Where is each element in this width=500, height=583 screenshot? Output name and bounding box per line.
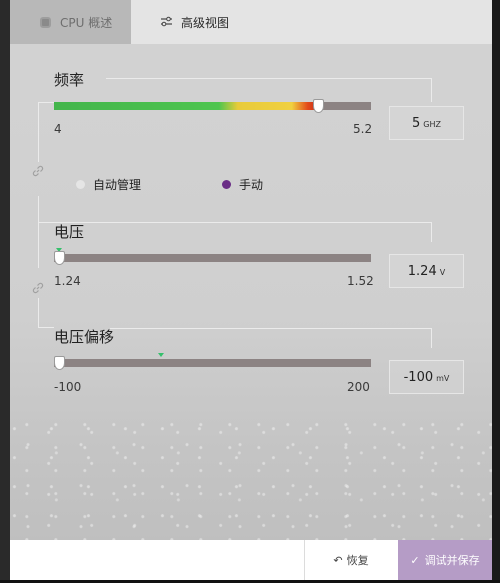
section-guide-bottom bbox=[110, 328, 432, 348]
voltage-offset-unit: mV bbox=[436, 374, 450, 383]
link-icon-2[interactable] bbox=[32, 279, 44, 294]
link-icon[interactable] bbox=[32, 162, 44, 177]
apply-and-save-label: 调试并保存 bbox=[424, 554, 480, 567]
voltage-value-field[interactable]: 1.24 V bbox=[389, 254, 464, 288]
voltage-offset-default-marker bbox=[158, 353, 164, 357]
checkmark-icon: ✓ bbox=[410, 553, 420, 567]
radio-manual-label: 手动 bbox=[239, 178, 264, 192]
voltage-offset-slider[interactable] bbox=[54, 356, 371, 370]
frequency-slider-knob[interactable] bbox=[312, 99, 324, 113]
radio-auto-label: 自动管理 bbox=[93, 178, 142, 192]
section-guide-left-1 bbox=[38, 102, 54, 162]
frequency-max-label: 5.2 bbox=[353, 122, 373, 136]
voltage-offset-title: 电压偏移 bbox=[54, 328, 115, 346]
footer-bar: ↶ 恢复 ✓ 调试并保存 bbox=[10, 540, 492, 580]
undo-icon: ↶ bbox=[333, 553, 343, 567]
restore-button[interactable]: ↶ 恢复 bbox=[310, 540, 392, 580]
frequency-unit: GHZ bbox=[423, 120, 441, 129]
frequency-title: 频率 bbox=[54, 71, 85, 89]
voltage-offset-slider-knob[interactable] bbox=[54, 356, 65, 370]
voltage-offset-max-label: 200 bbox=[347, 380, 370, 394]
cpu-chip-icon bbox=[38, 15, 52, 29]
section-guide-mid bbox=[38, 222, 432, 242]
section-guide-top bbox=[106, 78, 432, 102]
voltage-slider-knob[interactable] bbox=[54, 251, 65, 265]
section-guide-left-3 bbox=[38, 298, 54, 328]
right-frame bbox=[492, 0, 500, 583]
frequency-value: 5 bbox=[412, 115, 421, 131]
cpu-tuning-window: CPU 概述 高级视图 频率 4 5.2 5 GHZ 自动管理 手动 电压 1.… bbox=[10, 0, 492, 580]
voltage-offset-min-label: -100 bbox=[54, 380, 82, 394]
voltage-value: 1.24 bbox=[407, 263, 437, 279]
voltage-min-label: 1.24 bbox=[54, 274, 81, 288]
radio-auto-manage[interactable]: 自动管理 bbox=[76, 176, 141, 193]
tab-advanced-view[interactable]: 高级视图 bbox=[131, 0, 331, 44]
voltage-offset-value: -100 bbox=[403, 369, 434, 385]
voltage-max-label: 1.52 bbox=[347, 274, 374, 288]
frequency-min-label: 4 bbox=[54, 122, 62, 136]
radio-manual-indicator bbox=[222, 180, 231, 189]
voltage-title: 电压 bbox=[54, 223, 85, 241]
tab-cpu-overview-label: CPU 概述 bbox=[60, 15, 113, 30]
tab-bar: CPU 概述 高级视图 bbox=[10, 0, 492, 44]
voltage-offset-value-field[interactable]: -100 mV bbox=[389, 360, 464, 394]
voltage-slider[interactable] bbox=[54, 251, 371, 265]
frequency-slider[interactable] bbox=[54, 99, 371, 113]
tab-advanced-view-label: 高级视图 bbox=[181, 15, 230, 30]
frequency-value-field[interactable]: 5 GHZ bbox=[389, 106, 464, 140]
restore-button-label: 恢复 bbox=[346, 554, 369, 567]
left-frame bbox=[0, 0, 10, 583]
radio-auto-indicator bbox=[76, 180, 85, 189]
apply-and-save-button[interactable]: ✓ 调试并保存 bbox=[398, 540, 492, 580]
sliders-icon bbox=[159, 15, 173, 29]
radio-manual[interactable]: 手动 bbox=[222, 176, 263, 193]
footer-divider bbox=[304, 540, 305, 580]
voltage-unit: V bbox=[439, 268, 446, 277]
tab-cpu-overview[interactable]: CPU 概述 bbox=[10, 0, 131, 44]
